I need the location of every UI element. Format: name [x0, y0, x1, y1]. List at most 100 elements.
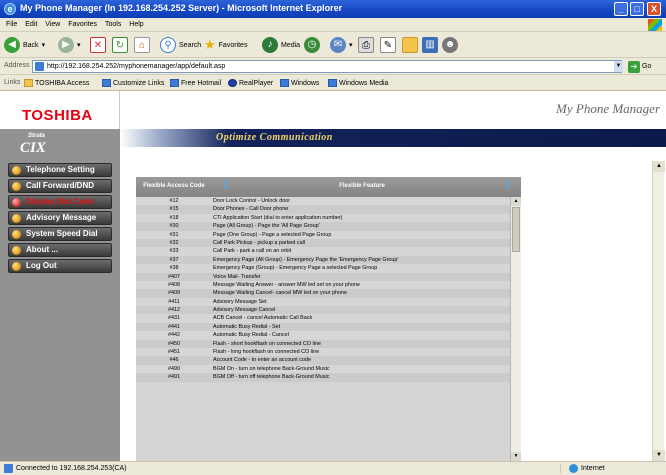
forward-button[interactable]: ▶ ▾	[58, 36, 81, 54]
menu-tools[interactable]: Tools	[105, 18, 121, 32]
mail-button[interactable]: ✉ ▾	[330, 36, 353, 54]
sidebar-item-advisory-message[interactable]: Advisory Message	[8, 211, 112, 225]
realplayer-icon	[228, 79, 237, 87]
messenger-button[interactable]: ☻	[442, 36, 458, 54]
table-row[interactable]: #37 Emergency Page (All Group) - Emergenc…	[136, 255, 521, 265]
sidebar-item-about[interactable]: About ...	[8, 243, 112, 257]
table-row[interactable]: #38 Emergency Page (Group) - Emergency Pa…	[136, 264, 521, 273]
access-code-cell: #442	[168, 332, 180, 339]
sidebar-item-label: Call Forward/DND	[26, 181, 95, 190]
table-row[interactable]: #33 Call Park - park a call on an orbit	[136, 247, 521, 256]
table-row[interactable]: #407 Voice Mail- Transfer	[136, 272, 521, 281]
address-dropdown-icon[interactable]: ▼	[614, 61, 623, 72]
ie-icon: e	[4, 3, 16, 15]
sidebar-item-display-dial-code[interactable]: Display Dial Code	[8, 195, 112, 209]
history-button[interactable]: ◷	[304, 36, 320, 54]
column-header-feature[interactable]: Flexible Feature	[212, 177, 512, 197]
menu-favorites[interactable]: Favorites	[68, 18, 97, 32]
mail-dropdown-icon[interactable]: ▾	[349, 41, 353, 49]
sidebar-item-call-forward-dnd[interactable]: Call Forward/DND	[8, 179, 112, 193]
close-button[interactable]: X	[647, 2, 661, 16]
table-row[interactable]: #451 Flash - long hookflash on connected …	[136, 348, 521, 357]
table-scrollbar[interactable]: ▲ ▼	[510, 197, 521, 461]
table-row[interactable]: #15 Door Phones - Call Door phone	[136, 205, 521, 214]
table-row[interactable]: #31 Page (One Group) - Page a selected Pa…	[136, 230, 521, 239]
scroll-up-icon[interactable]: ▲	[511, 197, 521, 206]
standard-toolbar: ◀ Back ▾ ▶ ▾ ✕ ↻ ⌂ ⚲ Search ★ Favorites …	[0, 32, 666, 58]
access-code-cell: #409	[168, 290, 180, 297]
table-row[interactable]: #450 Flash - short hookflash on connected…	[136, 339, 521, 349]
scroll-down-icon[interactable]: ▼	[653, 450, 665, 461]
back-dropdown-icon[interactable]: ▾	[42, 41, 46, 49]
feature-cell: BGM Off - turn off telephone Back-Ground…	[213, 374, 330, 381]
home-button[interactable]: ⌂	[134, 36, 150, 54]
table-row[interactable]: #18 CTI Application Start (dial to enter …	[136, 213, 521, 223]
search-label: Search	[179, 41, 202, 49]
history-icon: ◷	[304, 37, 320, 53]
link-toshiba-access[interactable]: TOSHIBA Access	[24, 79, 89, 87]
link-customize-links[interactable]: Customize Links	[102, 79, 164, 87]
scroll-down-icon[interactable]: ▼	[511, 452, 521, 461]
back-button[interactable]: ◀ Back ▾	[4, 36, 45, 54]
sidebar-item-system-speed-dial[interactable]: System Speed Dial	[8, 227, 112, 241]
table-row[interactable]: #12 Door Lock Control - Unlock door	[136, 197, 521, 206]
table-row[interactable]: #411 Advisory Message Set	[136, 297, 521, 307]
sort-arrows-icon[interactable]: ▲ ▼	[504, 179, 511, 192]
menu-file[interactable]: File	[6, 18, 17, 32]
access-code-cell: #411	[168, 298, 180, 305]
table-row[interactable]: #441 Automatic Busy Redial - Set	[136, 322, 521, 332]
link-free-hotmail[interactable]: Free Hotmail	[170, 79, 221, 87]
menu-view[interactable]: View	[45, 18, 60, 32]
link-label: TOSHIBA Access	[35, 79, 90, 87]
search-button[interactable]: ⚲ Search	[160, 36, 201, 54]
menu-help[interactable]: Help	[129, 18, 143, 32]
link-windows[interactable]: Windows	[280, 79, 319, 87]
column-header-code[interactable]: Flexible Access Code	[136, 177, 212, 197]
page-icon	[4, 464, 13, 473]
feature-cell: CTI Application Start (dial to enter app…	[213, 214, 343, 221]
forward-dropdown-icon[interactable]: ▾	[77, 41, 81, 49]
table-row[interactable]: #412 Advisory Message Cancel	[136, 306, 521, 315]
feature-cell: Automatic Busy Redial - Set	[213, 323, 281, 330]
scroll-up-icon[interactable]: ▲	[653, 161, 665, 172]
menu-bar: File Edit View Favorites Tools Help	[0, 18, 666, 32]
address-input[interactable]: http://192.168.254.252/myphonemanager/ap…	[32, 60, 622, 73]
stop-button[interactable]: ✕	[90, 36, 106, 54]
minimize-button[interactable]: _	[614, 2, 628, 16]
maximize-button[interactable]: □	[630, 2, 644, 16]
table-row[interactable]: #30 Page (All Group) - Page the 'All Page…	[136, 222, 521, 231]
media-button[interactable]: ♪ Media	[262, 36, 300, 54]
bullet-icon	[12, 246, 21, 255]
research-button[interactable]: ▥	[422, 36, 438, 54]
access-code-cell: #32	[169, 239, 179, 246]
table-row[interactable]: #32 Call Park Pickup - pickup a parked ca…	[136, 238, 521, 248]
favorites-button[interactable]: ★ Favorites	[204, 36, 247, 54]
go-button[interactable]: ➔ Go	[628, 60, 651, 73]
table-row[interactable]: #490 BGM On - turn on telephone Back-Grou…	[136, 364, 521, 374]
sidebar-item-telephone-setting[interactable]: Telephone Setting	[8, 163, 112, 177]
edit-button[interactable]: ✎	[380, 36, 396, 54]
table-header: Flexible Access Code ▲ ▼ Flexible Feature…	[136, 177, 521, 197]
table-row[interactable]: #491 BGM Off - turn off telephone Back-Gr…	[136, 373, 521, 382]
link-windows-media[interactable]: Windows Media	[328, 79, 388, 87]
print-button[interactable]: ⎙	[358, 36, 374, 54]
sidebar-item-log-out[interactable]: Log Out	[8, 259, 112, 273]
table-row[interactable]: #409 Message Waiting Cancel- cancel MW le…	[136, 289, 521, 298]
scroll-thumb[interactable]	[512, 207, 520, 252]
access-code-cell: #407	[168, 273, 180, 280]
feature-cell: ACB Cancel - cancel Automatic Call Back	[213, 315, 313, 322]
link-realplayer[interactable]: RealPlayer	[228, 79, 273, 87]
feature-cell: Flash - long hookflash on connected CO l…	[213, 349, 320, 356]
status-left: Connected to 192.168.254.253(CA)	[4, 464, 127, 473]
window-title: My Phone Manager (In 192.168.254.252 Ser…	[20, 3, 343, 13]
table-row[interactable]: #442 Automatic Busy Redial - Cancel	[136, 331, 521, 340]
refresh-button[interactable]: ↻	[112, 36, 128, 54]
table-row[interactable]: #46 Account Code - to enter an account co…	[136, 356, 521, 365]
table-row[interactable]: #431 ACB Cancel - cancel Automatic Call B…	[136, 314, 521, 323]
address-label: Address	[4, 62, 30, 69]
menu-edit[interactable]: Edit	[25, 18, 37, 32]
address-bar: Address http://192.168.254.252/myphonema…	[0, 58, 666, 75]
folder-button[interactable]	[402, 36, 418, 54]
table-row[interactable]: #408 Message Waiting Answer - answer MW l…	[136, 280, 521, 290]
page-scrollbar[interactable]: ▲ ▼	[652, 161, 665, 461]
